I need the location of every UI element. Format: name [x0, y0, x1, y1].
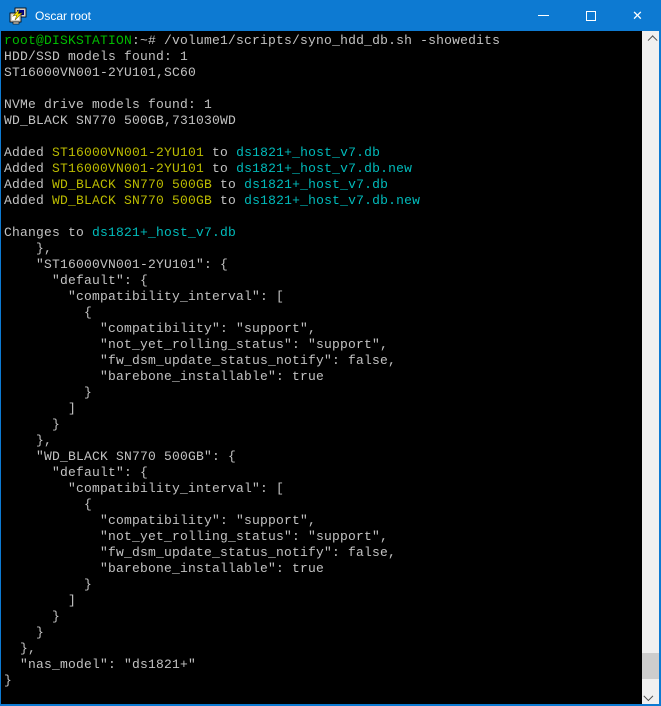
- terminal-line: Added WD_BLACK SN770 500GB to ds1821+_ho…: [4, 193, 642, 209]
- terminal-line: "fw_dsm_update_status_notify": false,: [4, 545, 642, 561]
- terminal-line: [4, 81, 642, 97]
- terminal-line: ]: [4, 401, 642, 417]
- terminal-line: }: [4, 673, 642, 689]
- close-icon: ✕: [632, 9, 643, 22]
- minimize-button[interactable]: [520, 0, 567, 31]
- putty-app-icon[interactable]: [9, 7, 27, 25]
- terminal-line: "ST16000VN001-2YU101": {: [4, 257, 642, 273]
- terminal-line: },: [4, 433, 642, 449]
- terminal-line: [4, 689, 642, 704]
- scroll-up-button[interactable]: [642, 31, 659, 48]
- terminal-line: ST16000VN001-2YU101,SC60: [4, 65, 642, 81]
- terminal-line: "compatibility": "support",: [4, 513, 642, 529]
- putty-window: Oscar root ✕ root@DISKSTATION:~# /volume…: [0, 0, 661, 706]
- terminal-line: }: [4, 385, 642, 401]
- terminal-line: "default": {: [4, 465, 642, 481]
- titlebar[interactable]: Oscar root ✕: [0, 0, 661, 31]
- terminal-line: "barebone_installable": true: [4, 369, 642, 385]
- terminal-line: "not_yet_rolling_status": "support",: [4, 529, 642, 545]
- terminal-body: root@DISKSTATION:~# /volume1/scripts/syn…: [0, 31, 661, 706]
- terminal-line: }: [4, 625, 642, 641]
- terminal-line: [4, 209, 642, 225]
- terminal-line: },: [4, 241, 642, 257]
- terminal-line: {: [4, 305, 642, 321]
- terminal-line: root@DISKSTATION:~# /volume1/scripts/syn…: [4, 33, 642, 49]
- terminal-line: "barebone_installable": true: [4, 561, 642, 577]
- scrollbar[interactable]: [642, 31, 659, 704]
- terminal-line: }: [4, 417, 642, 433]
- terminal-line: },: [4, 641, 642, 657]
- terminal-line: "compatibility_interval": [: [4, 481, 642, 497]
- terminal-line: "compatibility_interval": [: [4, 289, 642, 305]
- terminal-line: }: [4, 609, 642, 625]
- terminal-line: [4, 129, 642, 145]
- chevron-up-icon: [648, 35, 658, 45]
- scroll-down-button[interactable]: [642, 687, 659, 704]
- chevron-down-icon: [643, 691, 653, 701]
- window-controls: ✕: [520, 0, 661, 31]
- scrollbar-thumb[interactable]: [642, 653, 659, 679]
- terminal-line: Changes to ds1821+_host_v7.db: [4, 225, 642, 241]
- terminal-line: "not_yet_rolling_status": "support",: [4, 337, 642, 353]
- terminal-line: Added ST16000VN001-2YU101 to ds1821+_hos…: [4, 161, 642, 177]
- terminal-line: Added ST16000VN001-2YU101 to ds1821+_hos…: [4, 145, 642, 161]
- terminal-line: "fw_dsm_update_status_notify": false,: [4, 353, 642, 369]
- minimize-icon: [538, 15, 549, 16]
- terminal-output[interactable]: root@DISKSTATION:~# /volume1/scripts/syn…: [1, 31, 642, 704]
- terminal-line: NVMe drive models found: 1: [4, 97, 642, 113]
- terminal-line: {: [4, 497, 642, 513]
- terminal-line: Added WD_BLACK SN770 500GB to ds1821+_ho…: [4, 177, 642, 193]
- close-button[interactable]: ✕: [614, 0, 661, 31]
- maximize-icon: [586, 11, 596, 21]
- terminal-line: "default": {: [4, 273, 642, 289]
- terminal-line: WD_BLACK SN770 500GB,731030WD: [4, 113, 642, 129]
- maximize-button[interactable]: [567, 0, 614, 31]
- terminal-line: }: [4, 577, 642, 593]
- terminal-line: ]: [4, 593, 642, 609]
- window-title: Oscar root: [35, 9, 520, 23]
- terminal-line: "nas_model": "ds1821+": [4, 657, 642, 673]
- terminal-line: HDD/SSD models found: 1: [4, 49, 642, 65]
- terminal-line: "WD_BLACK SN770 500GB": {: [4, 449, 642, 465]
- terminal-line: "compatibility": "support",: [4, 321, 642, 337]
